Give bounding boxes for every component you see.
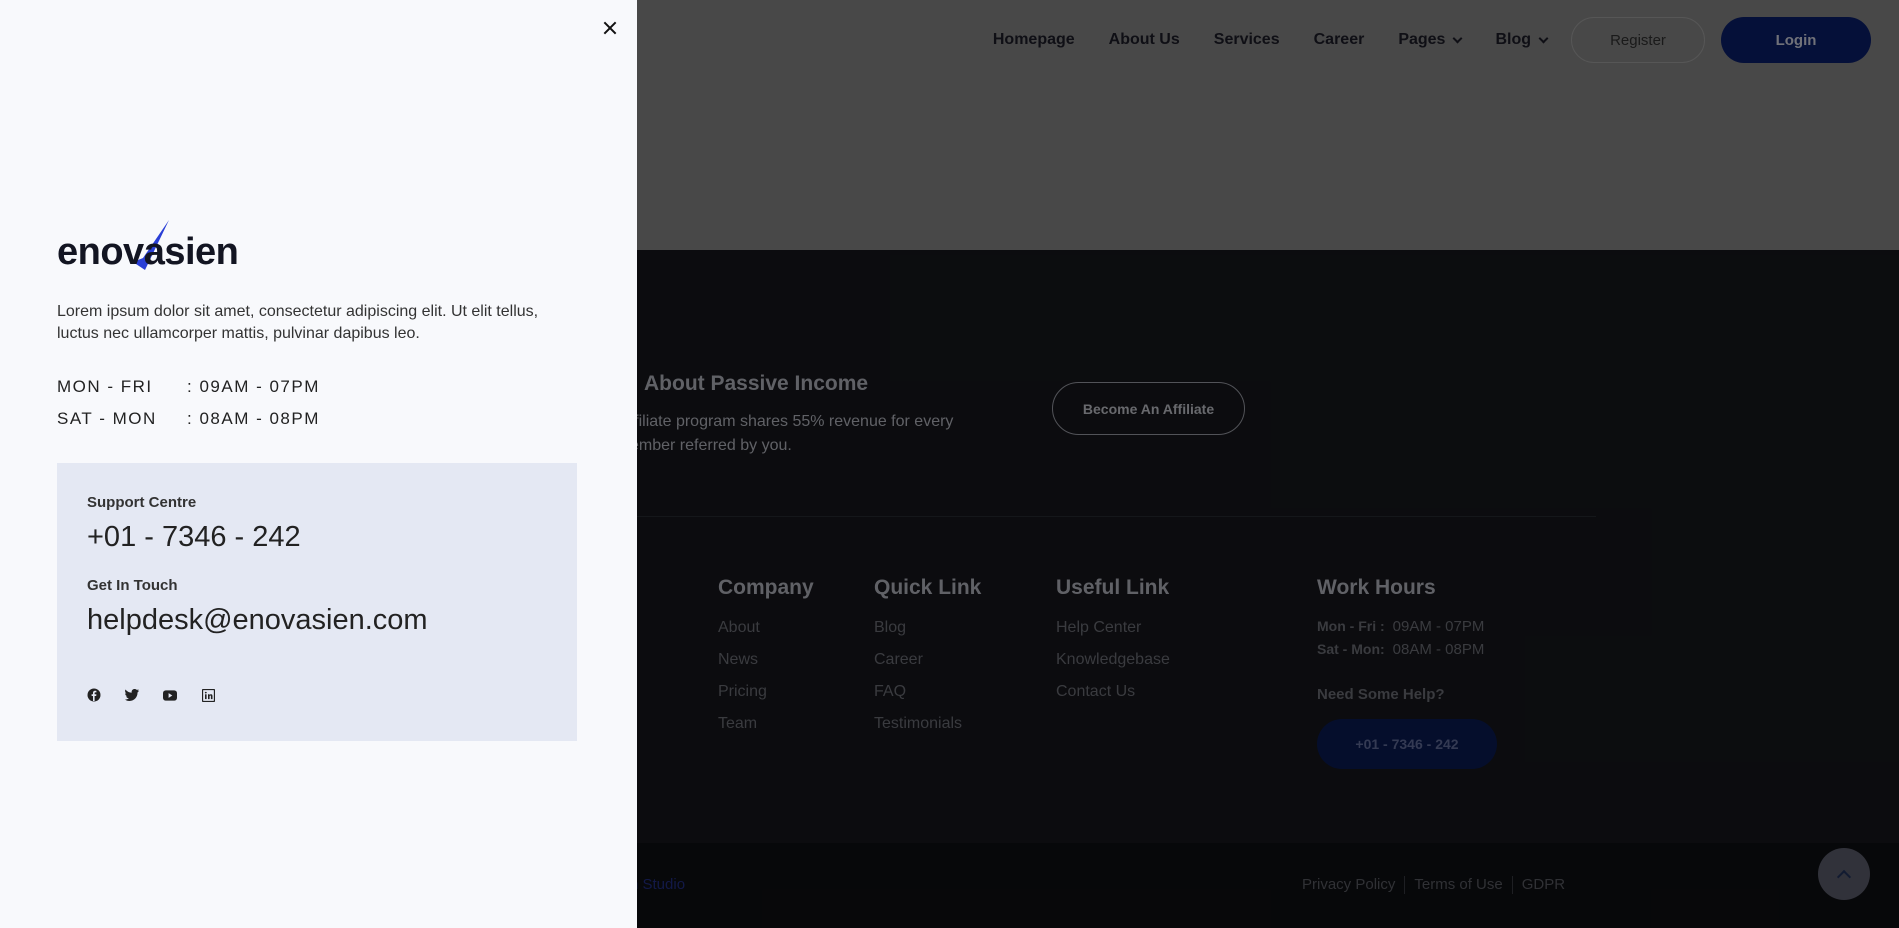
chevron-up-icon xyxy=(1836,869,1852,884)
footer-col-title: Quick Link xyxy=(874,576,982,599)
footer-link[interactable]: News xyxy=(718,650,814,682)
main-nav: Homepage About Us Services Career Pages … xyxy=(993,0,1899,80)
studio-link[interactable]: n Studio xyxy=(630,876,685,893)
hours-time: : 09AM - 07PM xyxy=(187,377,320,396)
footer-link[interactable]: Blog xyxy=(874,618,981,650)
footer-col-quick-link: Quick Link Blog Career FAQ Testimonials xyxy=(874,576,981,746)
affiliate-title: About Passive Income xyxy=(644,372,869,395)
scroll-to-top-button[interactable] xyxy=(1818,848,1870,900)
work-hours-time: 08AM - 08PM xyxy=(1392,641,1485,658)
login-button[interactable]: Login xyxy=(1721,17,1871,63)
gdpr-link[interactable]: GDPR xyxy=(1522,876,1565,894)
register-button[interactable]: Register xyxy=(1571,17,1705,63)
footer-link[interactable]: About xyxy=(718,618,814,650)
twitter-icon[interactable] xyxy=(125,688,139,702)
nav-career[interactable]: Career xyxy=(1314,31,1365,49)
legal-separator xyxy=(1404,876,1406,894)
nav-services[interactable]: Services xyxy=(1214,31,1280,49)
footer-col-work-hours: Work Hours Mon - Fri : 09AM - 07PM Sat - … xyxy=(1317,576,1497,769)
chevron-down-icon xyxy=(1453,33,1463,43)
nav-label: Services xyxy=(1213,31,1280,48)
work-hours-day: Mon - Fri : xyxy=(1317,618,1385,634)
nav-label: Pages xyxy=(1398,31,1446,48)
linkedin-icon[interactable] xyxy=(201,688,215,702)
need-help-label: Need Some Help? xyxy=(1317,686,1445,703)
get-in-touch-label: Get In Touch xyxy=(87,577,178,594)
support-email[interactable]: helpdesk@enovasien.com xyxy=(87,604,428,637)
nav-homepage[interactable]: Homepage xyxy=(993,31,1075,49)
nav-label: Blog xyxy=(1495,31,1531,48)
nav-label: Homepage xyxy=(992,31,1075,48)
youtube-icon[interactable] xyxy=(163,688,177,702)
legal-links: Privacy Policy Terms of Use GDPR xyxy=(1302,876,1565,894)
close-icon[interactable] xyxy=(600,18,620,38)
become-affiliate-button[interactable]: Become An Affiliate xyxy=(1052,382,1245,435)
nav-about-us[interactable]: About Us xyxy=(1109,31,1180,49)
footer-link[interactable]: Team xyxy=(718,714,814,746)
nav-label: Career xyxy=(1313,31,1365,48)
work-hours-row: Mon - Fri : 09AM - 07PM xyxy=(1317,618,1497,635)
footer-divider xyxy=(630,516,1596,517)
nav-blog[interactable]: Blog xyxy=(1495,31,1549,49)
affiliate-text: ffiliate program shares 55% revenue for … xyxy=(630,413,954,454)
work-hours-time: 09AM - 07PM xyxy=(1392,618,1485,635)
support-phone[interactable]: +01 - 7346 - 242 xyxy=(87,521,301,554)
hours-day: MON - FRI xyxy=(57,377,153,396)
offcanvas-panel: enovasien Lorem ipsum dolor sit amet, co… xyxy=(0,0,637,928)
hours-row: MON - FRI : 09AM - 07PM xyxy=(57,371,320,403)
work-hours-row: Sat - Mon: 08AM - 08PM xyxy=(1317,641,1497,658)
hours-time: : 08AM - 08PM xyxy=(187,409,320,428)
privacy-policy-link[interactable]: Privacy Policy xyxy=(1302,876,1395,894)
footer-link[interactable]: Career xyxy=(874,650,981,682)
legal-separator xyxy=(1511,876,1513,894)
footer-link[interactable]: Testimonials xyxy=(874,714,981,746)
hours-row: SAT - MON : 08AM - 08PM xyxy=(57,403,320,435)
social-links xyxy=(87,688,239,702)
nav-label: About Us xyxy=(1108,31,1180,48)
nav-pages[interactable]: Pages xyxy=(1398,31,1463,49)
hours-day: SAT - MON xyxy=(57,409,157,428)
phone-button[interactable]: +01 - 7346 - 242 xyxy=(1317,719,1497,769)
work-hours-day: Sat - Mon: xyxy=(1317,641,1385,657)
brand-logo[interactable]: enovasien xyxy=(57,218,257,274)
footer-col-title: Work Hours xyxy=(1317,576,1436,599)
footer-col-title: Useful Link xyxy=(1056,576,1170,599)
footer-link[interactable]: Help Center xyxy=(1056,618,1170,650)
support-centre-label: Support Centre xyxy=(87,494,197,511)
chevron-down-icon xyxy=(1538,33,1549,43)
footer-link[interactable]: Contact Us xyxy=(1056,682,1170,714)
footer-col-title: Company xyxy=(718,576,814,599)
footer-link[interactable]: Pricing xyxy=(718,682,814,714)
panel-intro: Lorem ipsum dolor sit amet, consectetur … xyxy=(57,303,539,342)
footer-link[interactable]: Knowledgebase xyxy=(1056,650,1170,682)
panel-hours: MON - FRI : 09AM - 07PM SAT - MON : 08AM… xyxy=(57,371,320,435)
footer-col-useful-link: Useful Link Help Center Knowledgebase Co… xyxy=(1056,576,1170,714)
footer-col-company: Company About News Pricing Team xyxy=(718,576,814,746)
contact-box: Support Centre +01 - 7346 - 242 Get In T… xyxy=(57,463,577,741)
terms-of-use-link[interactable]: Terms of Use xyxy=(1414,876,1502,894)
footer-link[interactable]: FAQ xyxy=(874,682,981,714)
facebook-icon[interactable] xyxy=(87,688,101,702)
logo-text: enovasien xyxy=(57,231,239,273)
